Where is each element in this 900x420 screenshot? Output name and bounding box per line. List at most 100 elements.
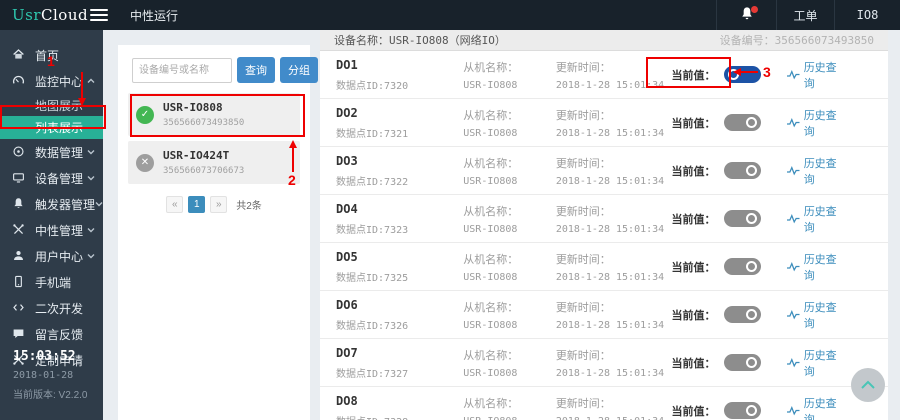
sidebar-item-label: 中性管理 bbox=[35, 222, 83, 239]
tools-icon bbox=[12, 223, 26, 237]
current-value-label: 当前值： bbox=[672, 163, 716, 179]
current-value-label: 当前值： bbox=[672, 67, 716, 83]
sidebar-item-label: 首页 bbox=[35, 47, 59, 64]
gauge-icon bbox=[12, 74, 26, 88]
scroll-top-button[interactable] bbox=[851, 368, 885, 402]
sidebar-item-monitor-center[interactable]: 监控中心 bbox=[0, 68, 103, 94]
slave-name-label: 从机名称： bbox=[463, 395, 556, 411]
pulse-icon bbox=[787, 262, 800, 272]
slave-name-label: 从机名称： bbox=[463, 59, 556, 75]
sidebar-item-label: 设备管理 bbox=[35, 170, 83, 187]
history-query-link[interactable]: 历史查询 bbox=[787, 395, 846, 420]
history-query-link[interactable]: 历史查询 bbox=[787, 203, 846, 235]
update-time-label: 更新时间： bbox=[556, 299, 672, 315]
sidebar-item-data-management[interactable]: 数据管理 bbox=[0, 139, 103, 165]
datapoint-row: DO4数据点ID:7323 从机名称：USR-IO808 更新时间：2018-1… bbox=[320, 195, 888, 243]
chevron-up-icon bbox=[860, 380, 876, 390]
update-time-label: 更新时间： bbox=[556, 107, 672, 123]
pulse-icon bbox=[787, 118, 800, 128]
update-time-value: 2018-1-28 15:01:34 bbox=[556, 368, 672, 379]
update-time-label: 更新时间： bbox=[556, 59, 672, 75]
sidebar-item-home[interactable]: 首页 bbox=[0, 42, 103, 68]
pulse-icon bbox=[787, 358, 800, 368]
value-toggle[interactable] bbox=[724, 306, 761, 323]
group-button[interactable]: 分组 bbox=[280, 57, 318, 83]
sidebar: 首页 监控中心 地图展示 列表展示 数据管理 设备管理 触发器管理 中性管理 bbox=[0, 30, 103, 420]
sidebar-item-list-view[interactable]: 列表展示 bbox=[0, 116, 103, 139]
online-check-icon: ✓ bbox=[136, 106, 154, 124]
history-query-link[interactable]: 历史查询 bbox=[787, 59, 846, 91]
sidebar-footer: 15:03:52 2018-01-28 当前版本: V2.2.0 bbox=[0, 349, 87, 406]
history-query-link[interactable]: 历史查询 bbox=[787, 347, 846, 379]
device-item-usr-io808[interactable]: ✓ USR-IO808 356566073493850 bbox=[128, 93, 300, 136]
chevron-down-icon bbox=[95, 201, 103, 207]
pagination-total: 共2条 bbox=[236, 197, 262, 212]
value-toggle[interactable] bbox=[724, 162, 761, 179]
version-label: 当前版本: V2.2.0 bbox=[13, 386, 87, 401]
sidebar-item-mobile[interactable]: 手机端 bbox=[0, 269, 103, 295]
sidebar-item-label: 留言反馈 bbox=[35, 326, 83, 343]
hamburger-menu-icon[interactable] bbox=[90, 9, 108, 21]
current-page-button[interactable]: 1 bbox=[188, 196, 205, 213]
work-order-button[interactable]: 工单 bbox=[776, 0, 834, 30]
sidebar-item-label: 监控中心 bbox=[35, 73, 83, 90]
sidebar-item-label: 用户中心 bbox=[35, 248, 83, 265]
slave-name-value: USR-IO808 bbox=[463, 272, 556, 283]
history-query-link[interactable]: 历史查询 bbox=[787, 107, 846, 139]
value-toggle[interactable] bbox=[724, 354, 761, 371]
sidebar-item-neutral-management[interactable]: 中性管理 bbox=[0, 217, 103, 243]
value-toggle[interactable] bbox=[724, 402, 761, 419]
datapoint-name: DO2 bbox=[336, 106, 463, 120]
pulse-icon bbox=[787, 310, 800, 320]
update-time-label: 更新时间： bbox=[556, 395, 672, 411]
history-query-link[interactable]: 历史查询 bbox=[787, 299, 846, 331]
update-time-value: 2018-1-28 15:01:34 bbox=[556, 224, 672, 235]
notification-button[interactable] bbox=[716, 0, 776, 30]
value-toggle[interactable] bbox=[724, 66, 761, 83]
bell-icon bbox=[12, 197, 26, 211]
chevron-down-icon bbox=[87, 175, 95, 181]
device-name-label: 设备名称：USR-IO808（网络IO） bbox=[334, 32, 506, 48]
topbar-tab[interactable]: 中性运行 bbox=[130, 7, 178, 24]
slave-name-label: 从机名称： bbox=[463, 251, 556, 267]
sidebar-item-user-center[interactable]: 用户中心 bbox=[0, 243, 103, 269]
current-value-label: 当前值： bbox=[672, 403, 716, 419]
current-value-label: 当前值： bbox=[672, 355, 716, 371]
datapoint-id: 数据点ID:7323 bbox=[336, 221, 463, 236]
sidebar-item-trigger-management[interactable]: 触发器管理 bbox=[0, 191, 103, 217]
phone-icon bbox=[12, 275, 26, 289]
notification-dot bbox=[751, 6, 758, 13]
history-query-link[interactable]: 历史查询 bbox=[787, 155, 846, 187]
datapoint-id: 数据点ID:7327 bbox=[336, 365, 463, 380]
update-time-value: 2018-1-28 15:01:34 bbox=[556, 320, 672, 331]
device-item-usr-io424t[interactable]: ✕ USR-IO424T 356566073706673 bbox=[128, 141, 300, 184]
slave-name-label: 从机名称： bbox=[463, 299, 556, 315]
sidebar-item-development[interactable]: 二次开发 bbox=[0, 295, 103, 321]
next-page-button[interactable]: » bbox=[210, 196, 227, 213]
datapoint-row: DO1数据点ID:7320 从机名称：USR-IO808 更新时间：2018-1… bbox=[320, 51, 888, 99]
device-id: 356566073706673 bbox=[163, 166, 244, 176]
sidebar-item-label: 数据管理 bbox=[35, 144, 83, 161]
slave-name-label: 从机名称： bbox=[463, 203, 556, 219]
update-time-value: 2018-1-28 15:01:34 bbox=[556, 80, 672, 91]
history-query-link[interactable]: 历史查询 bbox=[787, 251, 846, 283]
search-button[interactable]: 查询 bbox=[237, 57, 275, 83]
prev-page-button[interactable]: « bbox=[166, 196, 183, 213]
sidebar-item-device-management[interactable]: 设备管理 bbox=[0, 165, 103, 191]
chevron-down-icon bbox=[87, 149, 95, 155]
chevron-down-icon bbox=[87, 227, 95, 233]
value-toggle[interactable] bbox=[724, 210, 761, 227]
update-time-label: 更新时间： bbox=[556, 347, 672, 363]
topbar: UsrCloud 中性运行 工单 IO8 bbox=[0, 0, 900, 30]
value-toggle[interactable] bbox=[724, 258, 761, 275]
logo-cloud: Cloud bbox=[41, 6, 88, 24]
datapoint-id: 数据点ID:7328 bbox=[336, 413, 463, 420]
value-toggle[interactable] bbox=[724, 114, 761, 131]
code-icon bbox=[12, 301, 26, 315]
account-menu[interactable]: IO8 bbox=[834, 0, 900, 30]
datapoint-name: DO7 bbox=[336, 346, 463, 360]
device-search-input[interactable] bbox=[132, 58, 232, 83]
sidebar-item-map-view[interactable]: 地图展示 bbox=[0, 94, 103, 116]
sidebar-item-feedback[interactable]: 留言反馈 bbox=[0, 321, 103, 347]
update-time-label: 更新时间： bbox=[556, 203, 672, 219]
